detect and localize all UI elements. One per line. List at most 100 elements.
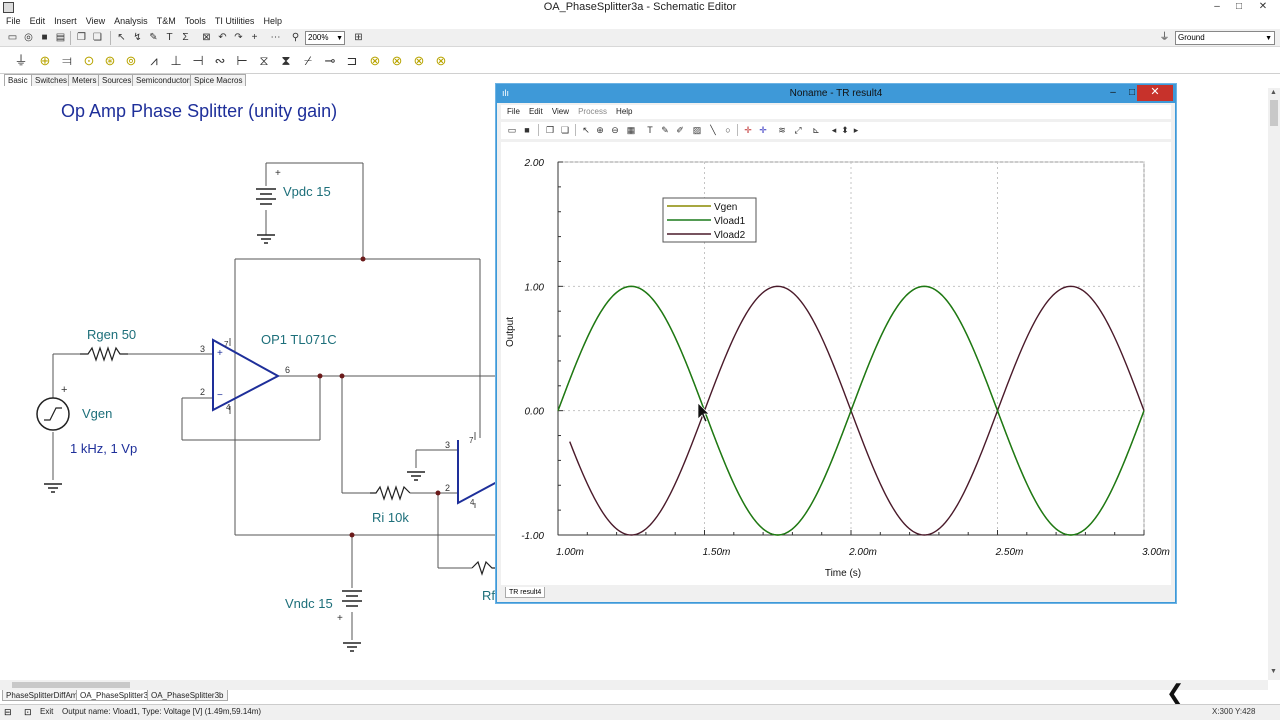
result-menu-file[interactable]: File <box>507 107 520 116</box>
paste-icon[interactable]: ❏ <box>90 31 105 45</box>
ground-symbol-icon[interactable]: ⏚ <box>1157 31 1172 45</box>
menu-ti-utilities[interactable]: TI Utilities <box>215 16 255 26</box>
delete-icon[interactable]: ⊠ <box>199 31 214 45</box>
result-menu-help[interactable]: Help <box>616 107 632 116</box>
tab-spice-macros[interactable]: Spice Macros <box>190 74 247 86</box>
grid-icon[interactable]: ⋯ <box>268 31 283 45</box>
coupled-inductor-icon[interactable]: ⧗ <box>277 52 295 70</box>
undo-icon[interactable]: ↶ <box>215 31 230 45</box>
text-icon[interactable]: T <box>162 31 177 45</box>
save-icon[interactable]: ■ <box>520 123 534 137</box>
vgen-label[interactable]: Vgen <box>82 406 112 421</box>
menu-view[interactable]: View <box>86 16 105 26</box>
wattmeter-icon[interactable]: ⊗ <box>410 52 428 70</box>
ac-source-icon[interactable]: ⊛ <box>101 52 119 70</box>
ammeter-icon[interactable]: ⊗ <box>388 52 406 70</box>
current-source-icon[interactable]: ⊙ <box>80 52 98 70</box>
potentiometer-icon[interactable]: ⊥ <box>167 52 185 70</box>
scroll-up-icon[interactable]: ▲ <box>1270 89 1277 96</box>
result-menu-view[interactable]: View <box>552 107 569 116</box>
scroll-down-icon[interactable]: ▼ <box>1270 668 1277 675</box>
zoom-icon[interactable]: ⚲ <box>288 31 303 45</box>
grid-icon[interactable]: ▦ <box>624 123 638 137</box>
copy-icon[interactable]: ❐ <box>74 31 89 45</box>
menu-file[interactable]: File <box>6 16 21 26</box>
ri-label[interactable]: Ri 10k <box>372 510 409 525</box>
tab-phasesplitterdiffamp[interactable]: PhaseSplitterDiffAmp <box>2 690 86 701</box>
horizontal-scrollbar[interactable] <box>0 680 1268 690</box>
add-icon[interactable]: + <box>247 31 262 45</box>
menu-help[interactable]: Help <box>263 16 282 26</box>
zoom-out-icon[interactable]: ⊖ <box>608 123 622 137</box>
zoom-in-icon[interactable]: ⊕ <box>593 123 607 137</box>
step-right-icon[interactable]: ▸ <box>849 123 863 137</box>
menu-edit[interactable]: Edit <box>30 16 46 26</box>
marker-icon[interactable]: ✐ <box>673 123 687 137</box>
maximize-button[interactable]: □ <box>1228 0 1250 14</box>
vpdc-label[interactable]: Vpdc 15 <box>283 184 331 199</box>
minimize-button[interactable]: – <box>1206 0 1228 14</box>
ground-select[interactable]: Ground ▼ <box>1175 31 1275 45</box>
line-icon[interactable]: ╲ <box>706 123 720 137</box>
select-arrow-icon[interactable]: ↖ <box>579 123 593 137</box>
browse-icon[interactable]: ◎ <box>21 31 36 45</box>
open-icon[interactable]: ▭ <box>505 123 519 137</box>
exit-button[interactable]: Exit <box>40 707 53 716</box>
result-menu-edit[interactable]: Edit <box>529 107 543 116</box>
pencil-icon[interactable]: ✎ <box>146 31 161 45</box>
voltmeter-icon[interactable]: ⊗ <box>366 52 384 70</box>
menu-tools[interactable]: Tools <box>185 16 206 26</box>
slope-icon[interactable]: ⊾ <box>809 123 823 137</box>
pen-icon[interactable]: ✎ <box>658 123 672 137</box>
result-chart[interactable]: 1.00m 1.50m 2.00m 2.50m 3.00m 2.00 1.00 0.00 -1.… <box>501 142 1171 585</box>
formula-icon[interactable]: Σ <box>178 31 193 45</box>
result-close-button[interactable]: ✕ <box>1137 85 1173 101</box>
select-arrow-icon[interactable]: ↖ <box>114 31 129 45</box>
wire-icon[interactable]: ↯ <box>130 31 145 45</box>
rgen-label[interactable]: Rgen 50 <box>87 327 136 342</box>
relay-icon[interactable]: ⊸ <box>321 52 339 70</box>
zoom-fit-icon[interactable]: ⊞ <box>351 31 366 45</box>
inductor-icon[interactable]: ∾ <box>211 52 229 70</box>
circle-icon[interactable]: ○ <box>721 123 735 137</box>
op1-label[interactable]: OP1 TL071C <box>261 332 337 347</box>
redo-icon[interactable]: ↷ <box>231 31 246 45</box>
tab-switches[interactable]: Switches <box>31 74 72 86</box>
menu-tm[interactable]: T&M <box>157 16 176 26</box>
voltage-source-icon[interactable]: ⊕ <box>36 52 54 70</box>
ground-component-icon[interactable]: ⏚ <box>12 52 30 70</box>
battery-icon[interactable]: ⫤ <box>58 52 76 70</box>
meter-icon[interactable]: ⊗ <box>432 52 450 70</box>
vertical-scrollbar[interactable]: ▲ ▼ <box>1268 88 1280 680</box>
tab-oa-phasesplitter3b[interactable]: OA_PhaseSplitter3b <box>147 690 228 701</box>
fit-curve-icon[interactable]: ⤢ <box>791 123 805 137</box>
capacitor-icon[interactable]: ⊣ <box>189 52 207 70</box>
text-icon[interactable]: T <box>643 123 657 137</box>
cursor-b-icon[interactable]: ✛ <box>756 123 770 137</box>
paste-icon[interactable]: ❏ <box>558 123 572 137</box>
transformer-icon[interactable]: ⧖ <box>255 52 273 70</box>
tab-sources[interactable]: Sources <box>98 74 136 86</box>
open-icon[interactable]: ▭ <box>5 31 20 45</box>
result-window-titlebar[interactable]: ılı Noname - TR result4 – □ ✕ <box>497 85 1175 103</box>
tab-meters[interactable]: Meters <box>68 74 101 86</box>
exit-icon[interactable]: ⊡ <box>24 707 32 718</box>
folder-icon[interactable]: ▤ <box>53 31 68 45</box>
chevron-left-icon[interactable]: ❮ <box>1166 680 1184 706</box>
tab-semiconductors[interactable]: Semiconductors <box>132 74 198 86</box>
close-button[interactable]: ✕ <box>1252 0 1274 14</box>
vndc-label[interactable]: Vndc 15 <box>285 596 333 611</box>
switch-icon[interactable]: ⌿ <box>299 52 317 70</box>
copy-icon[interactable]: ❐ <box>543 123 557 137</box>
scrollbar-thumb[interactable] <box>1270 100 1278 126</box>
save-icon[interactable]: ■ <box>37 31 52 45</box>
menu-insert[interactable]: Insert <box>54 16 77 26</box>
zoom-select[interactable]: 200% ▼ <box>305 31 345 45</box>
tab-basic[interactable]: Basic <box>4 74 32 86</box>
diode-icon[interactable]: ⊢ <box>233 52 251 70</box>
resistor-icon[interactable]: ⩘ <box>145 52 163 70</box>
pulse-source-icon[interactable]: ⊚ <box>122 52 140 70</box>
probe-icon[interactable]: ⊐ <box>343 52 361 70</box>
cursor-a-icon[interactable]: ✛ <box>741 123 755 137</box>
hatch-icon[interactable]: ▨ <box>690 123 704 137</box>
